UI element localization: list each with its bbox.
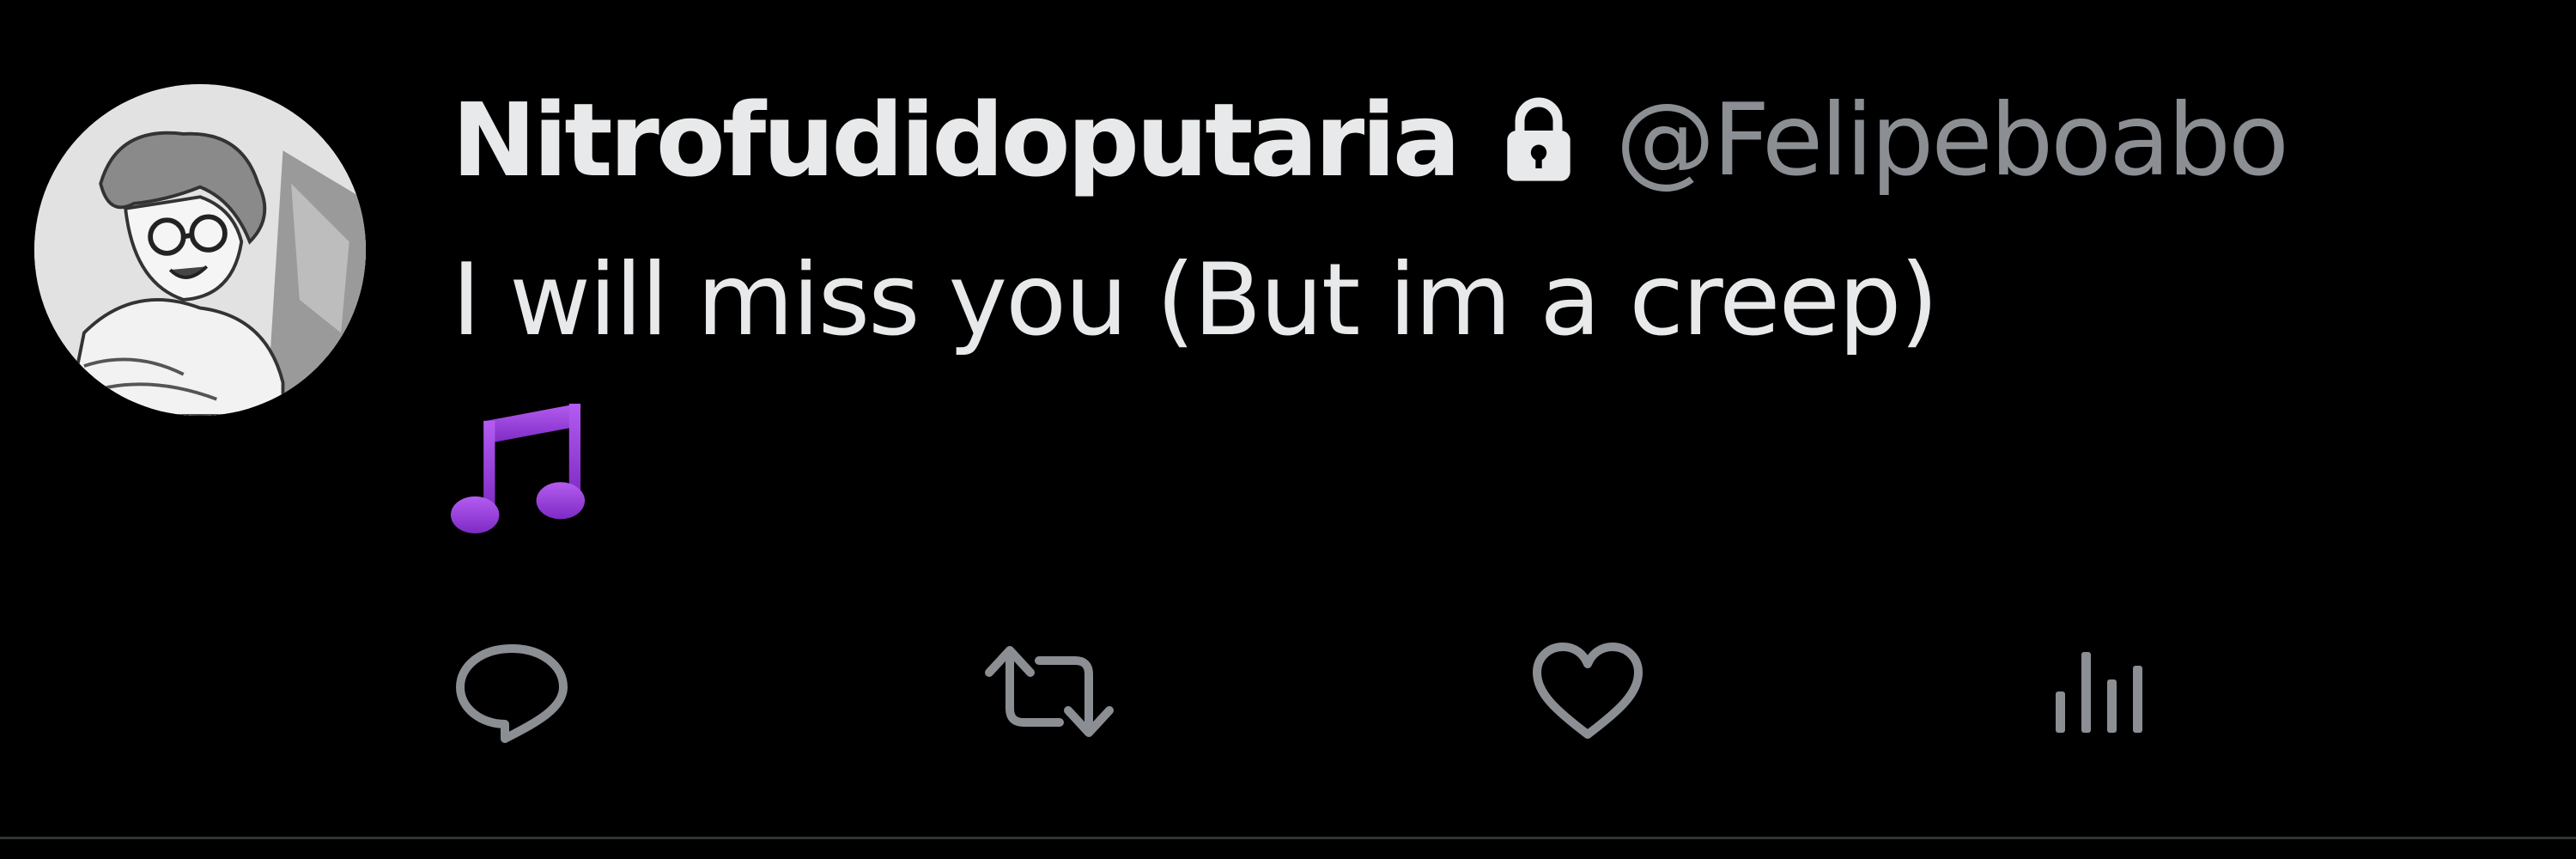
display-name[interactable]: Nitrofudidoputaria (452, 81, 1461, 199)
heart-icon (1533, 643, 1643, 739)
divider (0, 837, 2576, 839)
tweet-header: Nitrofudidoputaria @Felipeboabo (452, 76, 2289, 204)
retweet-button[interactable] (981, 636, 1118, 747)
handle[interactable]: @Felipeboabo (1615, 82, 2288, 198)
views-icon (2056, 652, 2142, 733)
tweet-text: I will miss you (But im a creep) (452, 242, 1939, 358)
views-button[interactable] (2052, 636, 2155, 747)
like-button[interactable] (1530, 636, 1650, 747)
tweet[interactable]: Nitrofudidoputaria @Felipeboabo I will m… (0, 0, 2576, 859)
retweet-icon (985, 646, 1114, 737)
music-notes-icon (447, 393, 589, 539)
reply-button[interactable] (452, 636, 580, 747)
avatar[interactable] (34, 84, 366, 416)
reply-icon (456, 644, 568, 743)
lock-icon (1500, 93, 1577, 187)
